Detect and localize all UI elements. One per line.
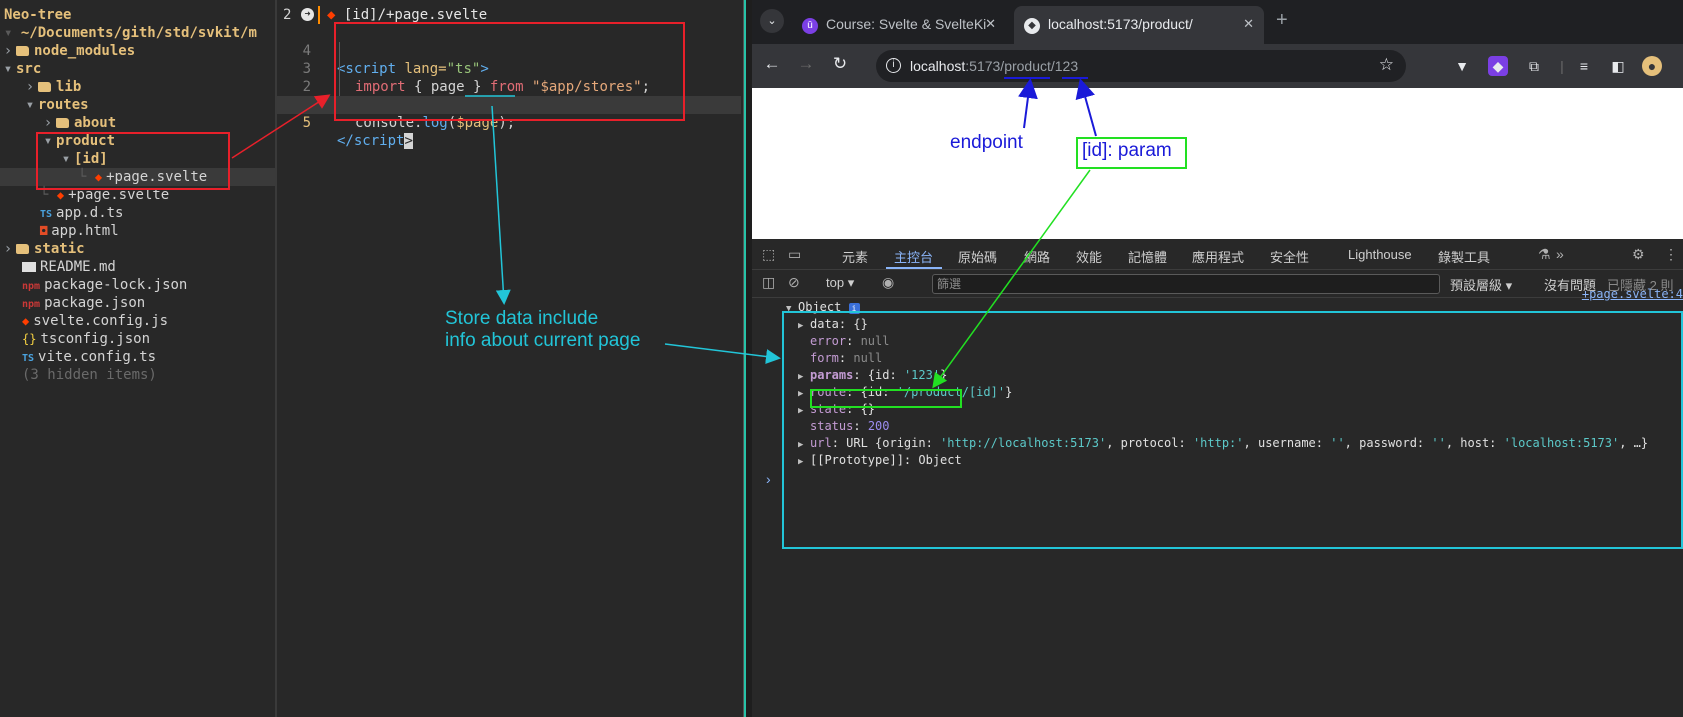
vue-devtools-icon[interactable]: ▼ <box>1452 56 1472 76</box>
tree-item-src[interactable]: ▾ src <box>0 60 275 78</box>
more-vert-icon[interactable]: ⋮ <box>1664 246 1678 263</box>
tab-elements[interactable]: 元素 <box>842 247 868 266</box>
filter-input[interactable]: 篩選 <box>932 274 1440 294</box>
tree-item-app-d-ts[interactable]: TS app.d.ts <box>0 204 275 222</box>
devtools-tabs: ⬚ ▭ 元素 主控台 原始碼 網路 效能 記憶體 應用程式 安全性 Lighth… <box>752 239 1683 270</box>
html-icon: ◘ <box>40 224 48 238</box>
folder-icon <box>16 244 29 254</box>
site-info-icon[interactable]: i <box>886 58 901 73</box>
clear-console-icon[interactable]: ⊘ <box>788 274 800 291</box>
source-link[interactable]: +page.svelte:4 <box>1582 287 1683 301</box>
tab-application[interactable]: 應用程式 <box>1192 247 1244 266</box>
browser-toolbar: ← → ↻ i localhost:5173/product/123 ☆ ▼ ◆… <box>752 44 1683 88</box>
reading-list-icon[interactable]: ≡ <box>1574 56 1594 76</box>
tree-item-package-lock[interactable]: npm package-lock.json <box>0 276 275 294</box>
folder-icon <box>38 82 51 92</box>
annotation-box-product <box>36 132 230 190</box>
device-toolbar-icon[interactable]: ▭ <box>788 246 801 263</box>
text-cursor: > <box>404 133 413 149</box>
avatar[interactable]: ● <box>1642 56 1662 76</box>
annotation-box-console <box>782 311 1683 549</box>
annotation-box-params-row <box>810 389 962 408</box>
chevron-right-icon: › <box>3 43 13 59</box>
eye-icon[interactable]: ◉ <box>882 274 894 291</box>
gear-icon[interactable]: ⚙ <box>1632 246 1645 263</box>
browser-tab-course[interactable]: ū Course: Svelte & SvelteKi ✕ <box>792 6 1006 44</box>
extension-icon[interactable]: ◆ <box>1488 56 1508 76</box>
tree-item-vite-config[interactable]: TS vite.config.ts <box>0 348 275 366</box>
url-text: localhost:5173/product/123 <box>910 58 1079 74</box>
folder-icon <box>16 46 29 56</box>
svelte-favicon-icon: ◆ <box>1024 18 1040 34</box>
forward-arrow-icon[interactable]: → <box>794 54 818 74</box>
page-viewport[interactable] <box>752 88 1683 239</box>
console-prompt[interactable]: › <box>766 471 771 487</box>
tree-item-lib[interactable]: › lib <box>0 78 275 96</box>
reload-icon[interactable]: ↻ <box>828 54 852 74</box>
tab-number: 2 <box>283 7 292 23</box>
address-bar[interactable]: i localhost:5173/product/123 ☆ <box>876 50 1406 82</box>
puzzle-icon[interactable]: ⧉ <box>1524 56 1544 76</box>
tree-item-readme[interactable]: README.md <box>0 258 275 276</box>
new-tab-button[interactable]: + <box>1276 9 1288 32</box>
chevron-down-icon: ▾ <box>25 97 35 113</box>
tab-memory[interactable]: 記憶體 <box>1128 247 1167 266</box>
tree-root[interactable]: ▾ ~/Documents/gith/std/svkit/m <box>0 24 275 42</box>
bookmark-star-icon[interactable]: ☆ <box>1379 55 1394 75</box>
svelte-icon: ◆ <box>327 7 344 23</box>
window-border <box>744 0 752 717</box>
tab-recorder[interactable]: 錄製工具 <box>1438 247 1490 266</box>
annotation-endpoint: endpoint <box>950 132 1023 153</box>
log-levels-select[interactable]: 預設層級 ▾ <box>1450 275 1512 294</box>
sidebar-toggle-icon[interactable]: ◫ <box>762 274 775 291</box>
folder-icon <box>56 118 69 128</box>
tab-sources[interactable]: 原始碼 <box>958 247 997 266</box>
context-select[interactable]: top ▾ <box>826 275 854 291</box>
chevron-right-icon: › <box>3 241 13 257</box>
markdown-icon <box>22 262 36 272</box>
neo-tree-panel: Neo-tree ▾ ~/Documents/gith/std/svkit/m … <box>0 0 277 717</box>
tree-item-package-json[interactable]: npm package.json <box>0 294 275 312</box>
neo-tree-title: Neo-tree <box>4 7 72 23</box>
tree-item-routes[interactable]: ▾ routes <box>0 96 275 114</box>
tab-security[interactable]: 安全性 <box>1270 247 1309 266</box>
console-filter-bar: ◫ ⊘ top ▾ ◉ 篩選 預設層級 ▾ 沒有問題 已隱藏 2 則 <box>752 270 1683 298</box>
json-icon: {} <box>22 332 37 346</box>
tree-item-tsconfig[interactable]: {} tsconfig.json <box>0 330 275 348</box>
annotation-store-line2: info about current page <box>445 330 641 351</box>
annotation-param: [id]: param <box>1082 140 1172 161</box>
browser-tab-localhost[interactable]: ◆ localhost:5173/product/ ✕ <box>1014 6 1264 44</box>
annotation-store-line1: Store data include <box>445 308 599 329</box>
udemy-icon: ū <box>802 18 818 34</box>
tree-hidden-items: (3 hidden items) <box>22 367 157 383</box>
tab-search-button[interactable]: ⌄ <box>760 9 784 33</box>
tab-indicator <box>318 6 320 24</box>
chevron-right-icon: › <box>25 79 35 95</box>
tree-item-about[interactable]: › about <box>0 114 275 132</box>
tree-item-static[interactable]: › static <box>0 240 275 258</box>
flask-icon: ⚗ <box>1538 246 1551 262</box>
side-panel-icon[interactable]: ◧ <box>1608 56 1628 76</box>
close-icon[interactable]: ✕ <box>1243 16 1254 32</box>
close-icon[interactable]: ✕ <box>985 16 996 32</box>
chevron-right-icon: › <box>43 115 53 131</box>
tab-network[interactable]: 網路 <box>1024 247 1050 266</box>
arrow-circle-icon: ➜ <box>301 8 314 21</box>
chevron-down-icon: ▾ <box>3 61 13 77</box>
tab-lighthouse[interactable]: Lighthouse <box>1348 247 1412 262</box>
tree-item-node-modules[interactable]: › node_modules <box>0 42 275 60</box>
back-arrow-icon[interactable]: ← <box>760 54 784 74</box>
svelte-icon: ◆ <box>22 314 30 328</box>
tab-strip: ⌄ ū Course: Svelte & SvelteKi ✕ ◆ localh… <box>752 0 1683 44</box>
tree-item-svelte-config[interactable]: ◆ svelte.config.js <box>0 312 275 330</box>
tree-item-app-html[interactable]: ◘ app.html <box>0 222 275 240</box>
toolbar-divider: | <box>1560 58 1564 74</box>
inspect-element-icon[interactable]: ⬚ <box>762 246 775 263</box>
tab-console[interactable]: 主控台 <box>894 247 933 266</box>
active-tab-underline <box>886 267 942 269</box>
annotation-box-code <box>334 22 685 121</box>
chevron-double-right-icon[interactable]: » <box>1556 246 1564 262</box>
tab-performance[interactable]: 效能 <box>1076 247 1102 266</box>
tree-root-label: ~/Documents/gith/std/svkit/m <box>20 25 257 41</box>
